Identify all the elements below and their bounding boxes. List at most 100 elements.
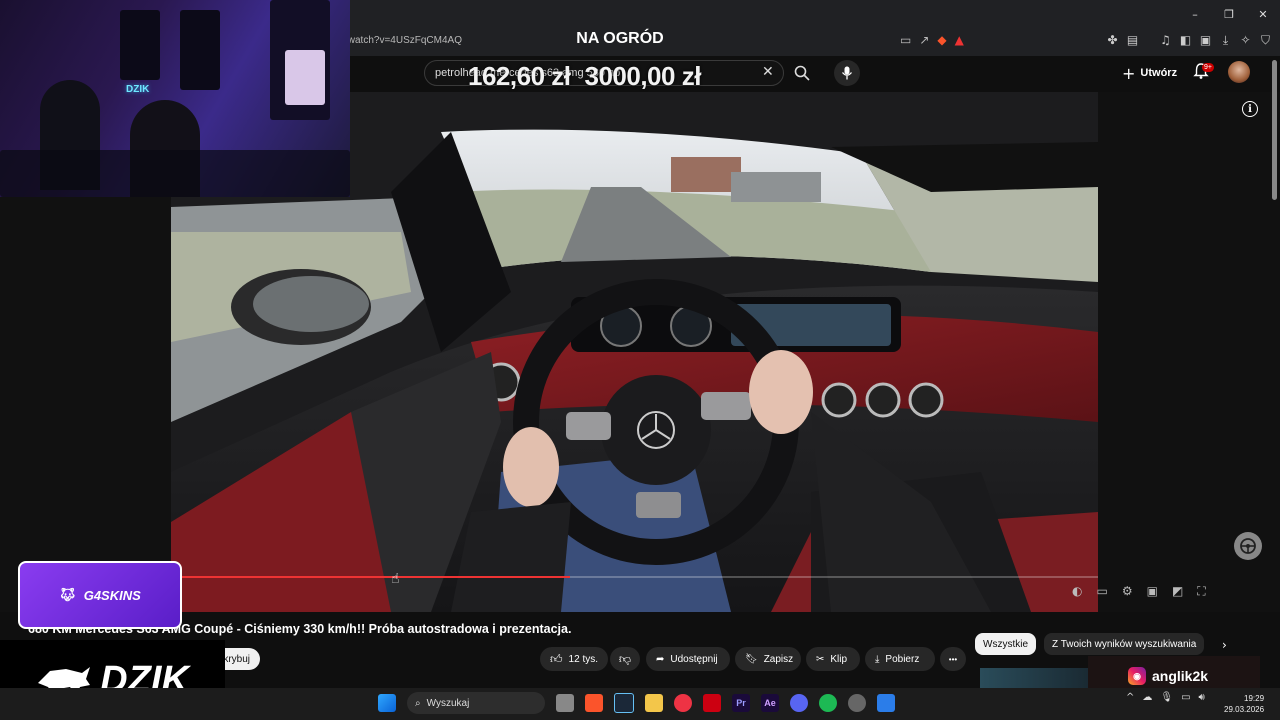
- miniplayer-icon[interactable]: ▣: [1147, 584, 1158, 599]
- share-arrow-icon: ➦: [656, 653, 665, 665]
- bookmark-icon: 🔖︎: [745, 653, 758, 665]
- taskbar-search-icon: ⌕: [415, 697, 421, 709]
- mic-tray-icon[interactable]: 🎙︎: [1160, 692, 1173, 703]
- discord-icon[interactable]: [790, 694, 808, 712]
- neon-sign: DZIK: [126, 84, 150, 95]
- chip-from-search[interactable]: Z Twoich wyników wyszukiwania: [1044, 633, 1205, 655]
- spotify-icon[interactable]: [819, 694, 837, 712]
- instagram-handle: anglik2k: [1152, 668, 1209, 684]
- avatar[interactable]: [1228, 61, 1250, 83]
- msi-icon[interactable]: [703, 694, 721, 712]
- steam-icon[interactable]: [614, 693, 634, 713]
- progress-bar-fill: [171, 576, 570, 578]
- fullscreen-icon[interactable]: ⛶: [1197, 584, 1205, 599]
- search-button[interactable]: [786, 60, 818, 86]
- clock-date: 29.03.2026: [1224, 705, 1265, 714]
- extensions-bar: ✤ ▤ ♫ ◧ ▣ ⤓ ✧ ⛉ ☰: [1106, 30, 1280, 50]
- wolf-logo-icon: 🐺︎: [59, 587, 76, 603]
- like-button[interactable]: 👍︎ 12 tys.: [540, 647, 608, 671]
- cast-video-icon[interactable]: ◩: [1172, 584, 1183, 599]
- premiere-icon[interactable]: Pr: [732, 694, 750, 712]
- volume-icon[interactable]: 🔊︎: [1199, 692, 1205, 703]
- subtitles-icon[interactable]: ▭: [1096, 584, 1107, 599]
- save-label: Zapisz: [763, 653, 794, 665]
- recommendation-chips: Wszystkie Z Twoich wyników wyszukiwania: [975, 633, 1205, 655]
- more-actions-button[interactable]: •••: [940, 647, 966, 671]
- thumbs-down-icon: 👎︎: [618, 651, 632, 666]
- mouse-cursor-icon: ☝: [391, 571, 400, 587]
- more-dots-icon: •••: [948, 654, 958, 664]
- ai-icon[interactable]: ✧: [1239, 33, 1252, 47]
- instagram-icon: ◉: [1128, 667, 1146, 685]
- share-button[interactable]: ➦ Udostępnij: [646, 647, 730, 671]
- after-effects-icon[interactable]: Ae: [761, 694, 779, 712]
- plus-icon: +: [1122, 63, 1136, 83]
- g4skins-text: G4SKINS: [83, 587, 141, 603]
- close-window-button[interactable]: ✕: [1246, 0, 1280, 28]
- vpn-icon[interactable]: ⛉: [1259, 33, 1272, 48]
- create-button[interactable]: + Utwórz: [1122, 62, 1177, 84]
- browser-app-icon[interactable]: [674, 694, 692, 712]
- windows-start-icon[interactable]: [378, 694, 396, 712]
- address-actions: ▭ ↗ ◆ ▲: [900, 30, 964, 50]
- brave-rewards-icon[interactable]: ▲: [955, 33, 964, 47]
- music-icon[interactable]: ♫: [1159, 33, 1172, 47]
- sidebar-icon[interactable]: ◧: [1179, 33, 1192, 47]
- microphone-icon: [841, 66, 853, 80]
- chip-all[interactable]: Wszystkie: [975, 633, 1036, 655]
- taskbar-clock[interactable]: 19:29 29.03.2026: [1224, 693, 1264, 715]
- stream-overlay-title: NA OGRÓD: [576, 30, 664, 47]
- brave-shield-icon[interactable]: ◆: [937, 33, 946, 47]
- info-icon[interactable]: i: [1242, 101, 1258, 117]
- share-icon[interactable]: ↗: [919, 33, 929, 47]
- settings-gear-icon[interactable]: ⚙: [1122, 584, 1133, 599]
- create-label: Utwórz: [1140, 67, 1178, 79]
- wallet-icon[interactable]: ▣: [1199, 33, 1212, 47]
- like-count: 12 tys.: [568, 653, 599, 665]
- minimize-button[interactable]: –: [1178, 0, 1212, 28]
- download-button[interactable]: ⤓ Pobierz: [865, 647, 935, 671]
- scissors-icon: ✂: [816, 653, 825, 665]
- settings-icon[interactable]: [848, 694, 866, 712]
- dislike-button[interactable]: 👎︎: [610, 647, 640, 671]
- download-icon[interactable]: ⤓: [1219, 33, 1232, 48]
- chevron-right-icon[interactable]: ›: [1222, 638, 1227, 652]
- extensions-icon[interactable]: ✤: [1106, 33, 1119, 47]
- taskbar-apps: ⌕ Wyszukaj Pr Ae: [378, 692, 895, 714]
- g4skins-banner: 🐺︎ G4SKINS: [18, 561, 182, 629]
- download-arrow-icon: ⤓: [875, 653, 880, 665]
- donation-price-overlay: 162,60 zł 3000,00 zł: [468, 56, 768, 96]
- system-tray: ^ ☁ 🎙︎ ▭ 🔊︎: [1126, 692, 1205, 703]
- clock-time: 19:29: [1244, 694, 1265, 703]
- download-label: Pobierz: [885, 653, 920, 665]
- clip-label: Klip: [830, 653, 848, 665]
- save-button[interactable]: 🔖︎ Zapisz: [735, 647, 801, 671]
- clip-button[interactable]: ✂ Klip: [806, 647, 860, 671]
- cloud-icon[interactable]: ☁: [1142, 692, 1152, 703]
- player-controls: ◐ ▭ ⚙ ▣ ◩ ⛶: [1072, 584, 1206, 599]
- price-left: 162,60 zł: [468, 60, 571, 91]
- notification-badge: 9+: [1202, 63, 1214, 72]
- maximize-button[interactable]: ❐: [1212, 0, 1246, 28]
- price-right: 3000,00 zł: [584, 60, 701, 91]
- network-icon[interactable]: ▭: [1181, 692, 1190, 703]
- steering-wheel-icon[interactable]: [1234, 532, 1262, 560]
- search-icon: [794, 65, 810, 81]
- cast-icon[interactable]: ▭: [900, 33, 911, 47]
- thumbs-up-icon: 👍︎: [550, 651, 563, 666]
- voice-search-button[interactable]: [834, 60, 860, 86]
- steering-wheel-glyph: [1240, 538, 1256, 554]
- recommended-thumbnail[interactable]: [980, 668, 1088, 690]
- brave-icon[interactable]: [585, 694, 603, 712]
- taskbar-search[interactable]: ⌕ Wyszukaj: [407, 692, 545, 714]
- autoplay-toggle-icon[interactable]: ◐: [1072, 584, 1082, 599]
- webcam-overlay: [0, 0, 350, 197]
- reader-icon[interactable]: ▤: [1126, 33, 1139, 47]
- photos-icon[interactable]: [877, 694, 895, 712]
- task-view-icon[interactable]: [556, 694, 574, 712]
- taskbar-search-placeholder: Wyszukaj: [426, 697, 470, 709]
- page-scrollbar[interactable]: [1272, 60, 1277, 200]
- left-background: [0, 197, 171, 612]
- tray-chevron-icon[interactable]: ^: [1126, 692, 1134, 703]
- file-explorer-icon[interactable]: [645, 694, 663, 712]
